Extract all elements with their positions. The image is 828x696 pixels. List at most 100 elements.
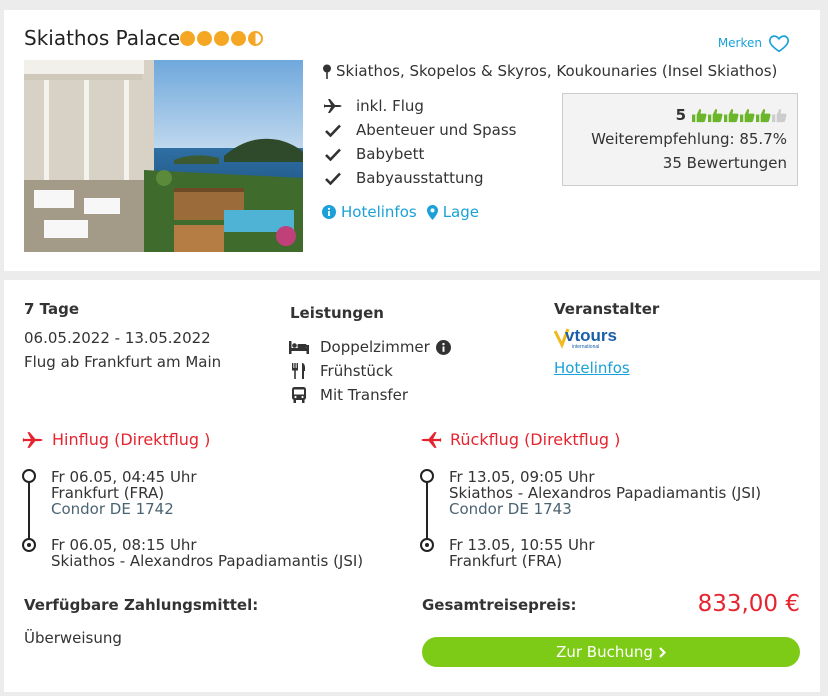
departure-circle-icon — [22, 469, 36, 483]
bus-icon — [288, 387, 310, 403]
return-dep-airport: Skiathos - Alexandros Papadiamantis (JSI… — [449, 484, 762, 502]
service-item: Mit Transfer — [288, 383, 451, 407]
hotel-links: Hotelinfos Lage — [322, 203, 479, 221]
travel-dates: 06.05.2022 - 13.05.2022 — [24, 329, 211, 347]
location-text: Skiathos, Skopelos & Skyros, Koukounarie… — [336, 62, 778, 80]
hotel-location: Skiathos, Skopelos & Skyros, Koukounarie… — [322, 62, 777, 80]
outbound-flight-title: Hinflug (Direktflug ) — [52, 430, 211, 449]
star-icon — [180, 31, 195, 46]
merken-label: Merken — [717, 36, 762, 50]
outbound-carrier: Condor DE 1742 — [51, 500, 174, 518]
hotel-name[interactable]: Skiathos Palace — [24, 26, 180, 50]
payment-title: Verfügbare Zahlungsmittel: — [24, 596, 259, 614]
thumbs-rating — [692, 108, 787, 123]
lage-label: Lage — [442, 203, 479, 221]
star-icon — [197, 31, 212, 46]
return-flight-heading: Rückflug (Direktflug ) — [420, 430, 620, 449]
review-count[interactable]: 35 Bewertungen — [563, 154, 787, 172]
outbound-timeline — [21, 469, 37, 559]
outbound-arr-airport: Skiathos - Alexandros Papadiamantis (JSI… — [51, 552, 364, 570]
hotel-card: Skiathos Palace Merken Skiathos, Skopelo… — [4, 10, 820, 271]
star-icon — [231, 31, 246, 46]
rating-score: 5 — [675, 106, 686, 124]
outbound-arrival: Fr 06.05, 08:15 Uhr Skiathos - Alexandro… — [51, 537, 363, 569]
hotel-photo-image — [24, 60, 303, 252]
total-price-title: Gesamtreisepreis: — [422, 596, 577, 614]
star-rating — [180, 31, 263, 46]
return-arrival: Fr 13.05, 10:55 Uhr Frankfurt (FRA) — [449, 537, 595, 569]
feature-label: Babybett — [356, 145, 425, 163]
return-arr-airport: Frankfurt (FRA) — [449, 552, 563, 570]
check-icon — [322, 172, 344, 185]
star-icon — [214, 31, 229, 46]
hotelinfos-label: Hotelinfos — [341, 203, 417, 221]
feature-label: Abenteuer und Spass — [356, 121, 517, 139]
book-button-label: Zur Buchung — [556, 643, 653, 661]
merken-button[interactable]: Merken — [718, 32, 790, 54]
departure-circle-icon — [420, 469, 434, 483]
operator-hotelinfos-link[interactable]: Hotelinfos — [554, 359, 630, 377]
recommendation-rate: Weiterempfehlung: 85.7% — [591, 130, 787, 148]
book-button[interactable]: Zur Buchung — [422, 637, 800, 667]
thumbs-up-icon — [708, 108, 723, 122]
service-label: Doppelzimmer — [320, 338, 430, 356]
feature-label: Babyausstattung — [356, 169, 484, 187]
services-list: Doppelzimmer Frühstück Mit Transfer — [288, 335, 451, 407]
chevron-right-icon — [659, 646, 666, 658]
feature-label: inkl. Flug — [356, 97, 424, 115]
check-icon — [322, 124, 344, 137]
arrival-circle-icon — [22, 538, 36, 552]
thumbs-up-empty-icon — [772, 108, 787, 122]
outbound-flight-heading: Hinflug (Direktflug ) — [22, 430, 210, 449]
outbound-dep-time: Fr 06.05, 04:45 Uhr — [51, 468, 197, 486]
service-label: Mit Transfer — [320, 386, 409, 404]
return-carrier: Condor DE 1743 — [449, 500, 572, 518]
return-flight-title: Rückflug (Direktflug ) — [450, 430, 621, 449]
map-pin-icon — [323, 64, 331, 79]
vtours-logo: vtours international — [553, 326, 624, 354]
return-departure: Fr 13.05, 09:05 Uhr Skiathos - Alexandro… — [449, 469, 761, 517]
vtours-logo-subtext: international — [572, 344, 599, 350]
info-icon[interactable] — [435, 339, 451, 355]
hotelinfos-link[interactable]: Hotelinfos — [322, 203, 417, 221]
arrival-circle-icon — [420, 538, 434, 552]
thumbs-up-icon — [740, 108, 755, 122]
map-marker-icon — [426, 204, 438, 220]
feature-list: inkl. Flug Abenteuer und Spass Babybett … — [322, 94, 516, 190]
return-arr-time: Fr 13.05, 10:55 Uhr — [449, 536, 595, 554]
thumbs-up-icon — [692, 108, 707, 122]
plane-icon — [22, 431, 43, 448]
thumbs-up-icon — [756, 108, 771, 122]
return-dep-time: Fr 13.05, 09:05 Uhr — [449, 468, 595, 486]
hotel-photo[interactable] — [24, 60, 303, 252]
departure-info: Flug ab Frankfurt am Main — [24, 353, 222, 371]
cutlery-icon — [288, 363, 310, 379]
half-star-icon — [248, 31, 263, 46]
travel-duration: 7 Tage — [24, 300, 79, 318]
return-timeline — [419, 469, 435, 559]
thumbs-up-icon — [724, 108, 739, 122]
offer-card: 7 Tage 06.05.2022 - 13.05.2022 Flug ab F… — [4, 280, 820, 692]
plane-icon — [322, 98, 344, 114]
heart-icon — [769, 35, 789, 53]
outbound-arr-time: Fr 06.05, 08:15 Uhr — [51, 536, 197, 554]
feature-item: Babybett — [322, 142, 516, 166]
service-label: Frühstück — [320, 362, 393, 380]
check-icon — [322, 148, 344, 161]
plane-icon — [421, 431, 442, 448]
outbound-departure: Fr 06.05, 04:45 Uhr Frankfurt (FRA) Cond… — [51, 469, 197, 517]
rating-box: 5 Weiterempfehlung: 85.7% 35 Bewertungen — [562, 93, 798, 186]
operator-title: Veranstalter — [554, 300, 660, 318]
service-item: Doppelzimmer — [288, 335, 451, 359]
services-title: Leistungen — [290, 304, 384, 322]
info-icon — [322, 205, 336, 219]
lage-link[interactable]: Lage — [426, 203, 479, 221]
service-item: Frühstück — [288, 359, 451, 383]
total-price: 833,00 € — [697, 591, 800, 617]
feature-item: Babyausstattung — [322, 166, 516, 190]
vtours-logo-text: vtours — [565, 326, 617, 345]
rating-summary: 5 — [563, 106, 787, 124]
payment-method: Überweisung — [24, 629, 122, 647]
outbound-dep-airport: Frankfurt (FRA) — [51, 484, 165, 502]
bed-icon — [288, 340, 310, 354]
